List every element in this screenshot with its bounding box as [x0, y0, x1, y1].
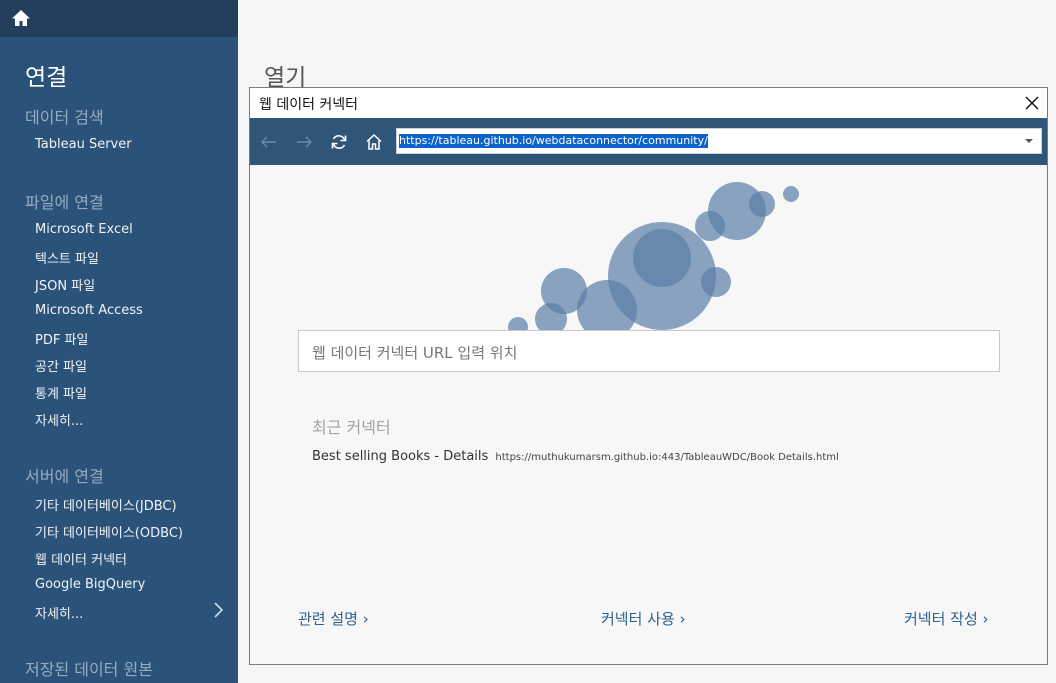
sidebar-item-web-data-connector[interactable]: 웹 데이터 커넥터 — [35, 549, 127, 568]
back-arrow-icon[interactable] — [259, 132, 279, 152]
sidebar-item-server-more[interactable]: 자세히... — [35, 603, 83, 622]
chevron-right-icon[interactable] — [210, 601, 226, 619]
sidebar-item-access[interactable]: Microsoft Access — [35, 303, 143, 318]
browser-home-icon[interactable] — [364, 132, 384, 152]
close-icon[interactable] — [1023, 94, 1041, 112]
dialog-content: 웹 데이터 커넥터 URL 입력 위치 최근 커넥터 Best selling … — [250, 165, 1047, 664]
recent-connectors-heading: 최근 커넥터 — [312, 418, 391, 437]
sidebar-item-json-file[interactable]: JSON 파일 — [35, 275, 95, 294]
sidebar-item-spatial-file[interactable]: 공간 파일 — [35, 356, 87, 375]
url-value: https://tableau.github.io/webdataconnect… — [399, 134, 708, 148]
connector-logo-bubbles — [508, 182, 799, 334]
sidebar-item-excel[interactable]: Microsoft Excel — [35, 222, 133, 237]
home-icon[interactable] — [11, 9, 31, 27]
sidebar-item-tableau-server[interactable]: Tableau Server — [35, 137, 132, 152]
sidebar-top-bar — [0, 0, 238, 37]
file-section-heading: 파일에 연결 — [25, 193, 104, 212]
dialog-title: 웹 데이터 커넥터 — [259, 97, 359, 113]
dialog-title-bar: 웹 데이터 커넥터 — [250, 88, 1047, 118]
sidebar-item-odbc[interactable]: 기타 데이터베이스(ODBC) — [35, 522, 183, 541]
sidebar-item-pdf-file[interactable]: PDF 파일 — [35, 329, 88, 348]
recent-connector-item[interactable]: Best selling Books - Details https://mut… — [312, 445, 839, 464]
sidebar-item-stats-file[interactable]: 통계 파일 — [35, 383, 87, 402]
saved-section-heading: 저장된 데이터 원본 — [25, 660, 153, 679]
sidebar-item-file-more[interactable]: 자세히... — [35, 410, 83, 429]
sidebar: 연결 데이터 검색 Tableau Server 파일에 연결 Microsof… — [0, 0, 238, 683]
web-data-connector-dialog: 웹 데이터 커넥터 https://tableau.github.io/webd… — [249, 87, 1048, 665]
use-connector-link[interactable]: 커넥터 사용 › — [601, 608, 686, 629]
sidebar-item-text-file[interactable]: 텍스트 파일 — [35, 248, 99, 267]
browser-nav-bar: https://tableau.github.io/webdataconnect… — [250, 118, 1047, 165]
sidebar-item-jdbc[interactable]: 기타 데이터베이스(JDBC) — [35, 495, 177, 514]
related-info-link[interactable]: 관련 설명 › — [298, 608, 369, 629]
recent-connector-name[interactable]: Best selling Books - Details — [312, 449, 488, 464]
search-section-heading: 데이터 검색 — [25, 108, 104, 127]
refresh-icon[interactable] — [329, 132, 349, 152]
server-section-heading: 서버에 연결 — [25, 467, 104, 486]
connect-title: 연결 — [25, 65, 68, 91]
recent-connector-url[interactable]: https://muthukumarsm.github.io:443/Table… — [495, 452, 838, 463]
build-connector-link[interactable]: 커넥터 작성 › — [904, 608, 989, 629]
connector-url-input[interactable]: 웹 데이터 커넥터 URL 입력 위치 — [298, 330, 1000, 372]
url-address-field[interactable]: https://tableau.github.io/webdataconnect… — [396, 128, 1042, 154]
dropdown-arrow-icon[interactable] — [1024, 136, 1034, 146]
sidebar-item-bigquery[interactable]: Google BigQuery — [35, 577, 145, 592]
forward-arrow-icon[interactable] — [294, 132, 314, 152]
connector-url-placeholder: 웹 데이터 커넥터 URL 입력 위치 — [312, 344, 518, 362]
